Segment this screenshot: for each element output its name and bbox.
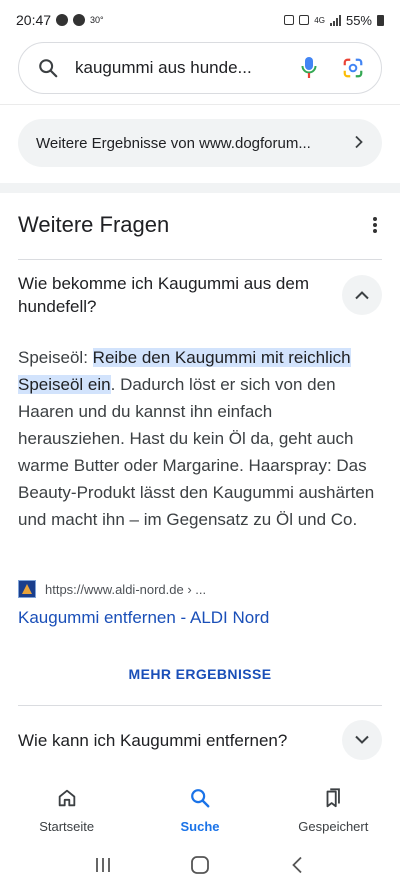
header-divider <box>0 104 400 105</box>
more-options-icon[interactable] <box>366 215 384 235</box>
messenger-icon <box>56 14 69 26</box>
status-bar: 20:47 30° 4G 55% <box>0 0 400 40</box>
nav-home[interactable]: Startseite <box>0 773 133 839</box>
source-row[interactable]: https://www.aldi-nord.de › ... <box>18 580 206 598</box>
home-button-icon[interactable] <box>185 853 215 877</box>
chevron-up-icon <box>355 291 369 300</box>
alarm-icon <box>284 15 295 25</box>
search-icon <box>189 785 211 811</box>
search-icon <box>37 57 59 79</box>
bottom-nav: Startseite Suche Gespeichert <box>0 773 400 839</box>
chevron-right-icon <box>354 133 364 154</box>
question-2-text[interactable]: Wie kann ich Kaugummi entfernen? <box>18 731 287 751</box>
answer-highlight: Reibe den Kaugummi mit reichlich <box>92 348 351 367</box>
chip-label: Weitere Ergebnisse von www.dogforum... <box>36 134 311 152</box>
nav-search-label: Suche <box>180 819 220 834</box>
answer-prefix: Speiseöl: <box>18 348 93 367</box>
recent-apps-icon[interactable] <box>88 853 118 877</box>
nav-saved-label: Gespeichert <box>298 819 369 834</box>
section-title: Weitere Fragen <box>18 212 170 237</box>
expand-button[interactable] <box>342 720 382 760</box>
question-1-text[interactable]: Wie bekomme ich Kaugummi aus dem hundefe… <box>18 272 318 318</box>
nav-home-label: Startseite <box>39 819 95 834</box>
chevron-down-icon <box>355 735 369 744</box>
back-icon[interactable] <box>282 853 312 877</box>
divider <box>18 259 382 260</box>
mute-icon <box>299 15 310 25</box>
status-time: 20:47 <box>16 12 52 28</box>
status-right: 4G 55% <box>284 13 384 28</box>
divider <box>18 705 382 706</box>
answer-text: Speiseöl: Reibe den Kaugummi mit reichli… <box>18 344 382 533</box>
section-separator <box>0 183 400 193</box>
aldi-favicon-icon <box>18 580 36 598</box>
search-bar[interactable]: kaugummi aus hunde... <box>18 42 382 94</box>
search-input[interactable]: kaugummi aus hunde... <box>75 58 287 78</box>
network-type: 4G <box>314 15 325 25</box>
battery-percent: 55% <box>345 12 372 28</box>
notification-icon <box>73 14 86 26</box>
status-temperature: 30° <box>90 15 104 25</box>
source-title-link[interactable]: Kaugummi entfernen - ALDI Nord <box>18 608 269 628</box>
battery-icon <box>377 14 384 26</box>
collapse-button[interactable] <box>342 275 382 315</box>
answer-rest: . Dadurch löst er sich von den Haaren un… <box>18 375 375 529</box>
source-url: https://www.aldi-nord.de › ... <box>45 581 207 597</box>
signal-icon <box>329 14 341 26</box>
answer-highlight-2: Speiseöl ein <box>18 375 111 394</box>
status-left: 20:47 30° <box>16 12 104 28</box>
nav-saved[interactable]: Gespeichert <box>267 773 400 839</box>
more-results-button[interactable]: MEHR ERGEBNISSE <box>0 666 400 682</box>
home-icon <box>56 785 78 811</box>
bookmarks-icon <box>322 785 344 811</box>
nav-search[interactable]: Suche <box>133 773 266 839</box>
system-nav <box>0 840 400 889</box>
lens-icon[interactable] <box>341 56 365 80</box>
more-results-chip[interactable]: Weitere Ergebnisse von www.dogforum... <box>18 119 382 167</box>
mic-icon[interactable] <box>297 56 321 80</box>
